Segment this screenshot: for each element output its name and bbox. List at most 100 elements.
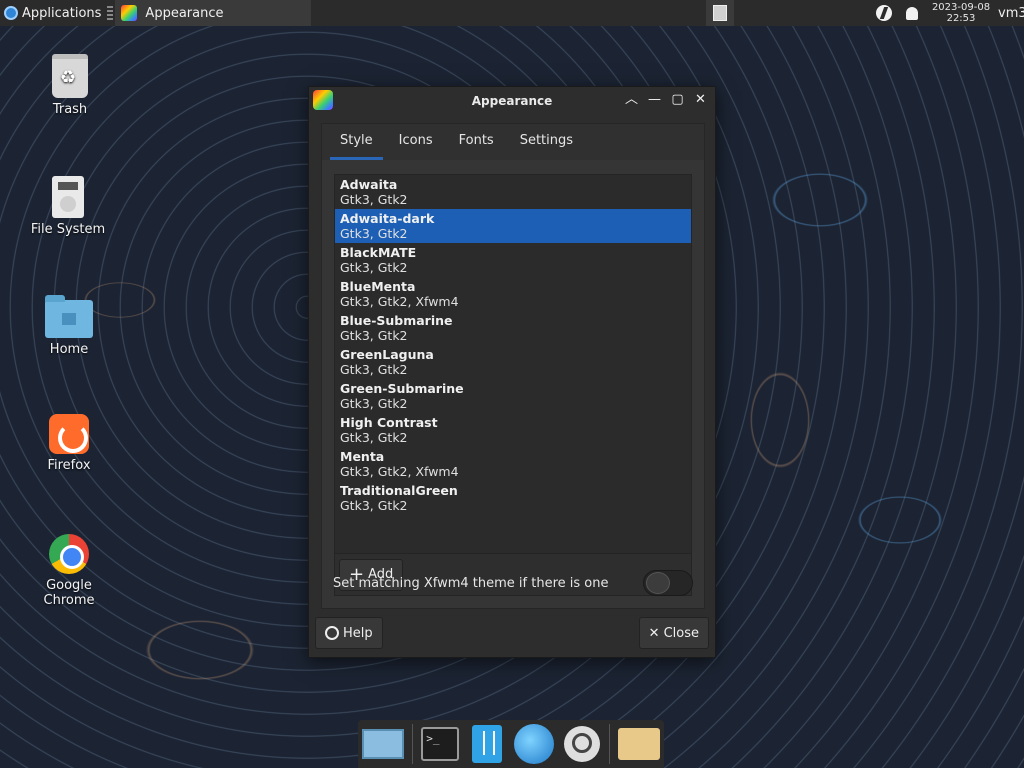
list-item[interactable]: BlueMenta Gtk3, Gtk2, Xfwm4 — [335, 277, 691, 311]
theme-support: Gtk3, Gtk2 — [340, 362, 408, 377]
taskbar-appearance-button[interactable]: Appearance — [115, 0, 312, 26]
tab-icons[interactable]: Icons — [389, 124, 443, 160]
theme-name: Blue-Submarine — [340, 313, 453, 328]
dock-separator — [609, 724, 610, 764]
bottom-dock: >_ — [358, 720, 664, 768]
top-panel: Applications Appearance 2023-09-08 22:53… — [0, 0, 1024, 26]
terminal-icon: >_ — [421, 727, 460, 761]
theme-name: TraditionalGreen — [340, 483, 458, 498]
power-icon[interactable] — [876, 5, 892, 21]
help-lifebuoy-icon — [325, 626, 339, 640]
xfwm-setting-label: Set matching Xfwm4 theme if there is one — [333, 575, 609, 591]
clock[interactable]: 2023-09-08 22:53 — [926, 2, 996, 24]
applications-label: Applications — [22, 5, 102, 21]
dock-terminal[interactable]: >_ — [421, 723, 460, 765]
theme-support: Gtk3, Gtk2, Xfwm4 — [340, 464, 459, 479]
desktop-icon-label: Home — [49, 342, 89, 357]
tab-settings[interactable]: Settings — [510, 124, 583, 160]
theme-name: BlueMenta — [340, 279, 416, 294]
dock-show-desktop[interactable] — [362, 723, 404, 765]
trash-icon — [52, 54, 88, 98]
desktop-icon-label: Trash — [52, 102, 88, 117]
taskbar-window-title: Appearance — [145, 5, 224, 21]
chrome-icon — [49, 534, 89, 574]
close-button-label: Close — [663, 625, 699, 641]
firefox-icon — [49, 414, 89, 454]
switch-knob — [646, 572, 670, 594]
theme-support: Gtk3, Gtk2 — [340, 192, 408, 207]
list-item[interactable]: Blue-Submarine Gtk3, Gtk2 — [335, 311, 691, 345]
theme-name: Adwaita-dark — [340, 211, 435, 226]
tab-fonts[interactable]: Fonts — [449, 124, 504, 160]
dock-web-browser[interactable] — [514, 723, 555, 765]
maximize-button[interactable]: ▢ — [669, 91, 686, 109]
minimize-button[interactable]: — — [646, 91, 663, 109]
theme-support: Gtk3, Gtk2, Xfwm4 — [340, 294, 459, 309]
dock-app-finder[interactable] — [562, 723, 601, 765]
clock-time: 22:53 — [946, 13, 976, 24]
desktop-icon-label: Google Chrome — [43, 578, 95, 608]
panel-handle[interactable] — [107, 6, 114, 20]
close-icon: ✕ — [648, 625, 660, 641]
theme-name: GreenLaguna — [340, 347, 434, 362]
list-item-selected[interactable]: Adwaita-dark Gtk3, Gtk2 — [335, 209, 691, 243]
list-item[interactable]: Adwaita Gtk3, Gtk2 — [335, 175, 691, 209]
list-item[interactable]: Menta Gtk3, Gtk2, Xfwm4 — [335, 447, 691, 481]
list-item[interactable]: GreenLaguna Gtk3, Gtk2 — [335, 345, 691, 379]
theme-support: Gtk3, Gtk2 — [340, 396, 408, 411]
desktop-icon-file-system[interactable]: File System — [18, 176, 118, 237]
workspace-icon — [713, 5, 727, 21]
theme-support: Gtk3, Gtk2 — [340, 498, 408, 513]
desktop-icon-google-chrome[interactable]: Google Chrome — [19, 534, 119, 608]
settings-notebook: Style Icons Fonts Settings Adwaita Gtk3,… — [321, 123, 705, 609]
appearance-icon — [121, 5, 138, 21]
close-window-button[interactable]: ✕ — [692, 91, 709, 109]
desktop-icon-firefox[interactable]: Firefox — [19, 414, 119, 473]
xfce-logo-icon — [4, 6, 18, 20]
theme-name: Adwaita — [340, 177, 398, 192]
show-desktop-icon — [362, 729, 404, 759]
applications-menu-button[interactable]: Applications — [0, 0, 105, 26]
window-controls: ︿ — ▢ ✕ — [623, 91, 709, 109]
xfwm-toggle-switch[interactable] — [643, 570, 693, 596]
help-button[interactable]: Help — [315, 617, 383, 649]
home-folder-icon — [45, 295, 93, 338]
theme-name: BlackMATE — [340, 245, 417, 260]
tab-style[interactable]: Style — [330, 124, 383, 160]
desktop-icon-home[interactable]: Home — [19, 295, 119, 357]
window-titlebar[interactable]: Appearance ︿ — ▢ ✕ — [309, 87, 715, 115]
theme-name: High Contrast — [340, 415, 438, 430]
user-menu[interactable]: vm3 — [996, 6, 1024, 21]
clock-date: 2023-09-08 — [931, 2, 991, 13]
xfwm-setting-row: Set matching Xfwm4 theme if there is one — [333, 567, 693, 599]
appearance-window: Appearance ︿ — ▢ ✕ Style Icons Fonts Set… — [308, 86, 716, 658]
help-button-label: Help — [343, 625, 373, 641]
shade-button[interactable]: ︿ — [623, 91, 640, 109]
notification-bell-icon[interactable] — [906, 6, 918, 20]
theme-name: Menta — [340, 449, 385, 464]
theme-support: Gtk3, Gtk2 — [340, 226, 408, 241]
desktop-icon-trash[interactable]: Trash — [20, 54, 120, 117]
dock-separator — [412, 724, 413, 764]
theme-support: Gtk3, Gtk2 — [340, 260, 408, 275]
list-item[interactable]: BlackMATE Gtk3, Gtk2 — [335, 243, 691, 277]
theme-list-frame: Adwaita Gtk3, Gtk2 Adwaita-dark Gtk3, Gt… — [334, 174, 692, 596]
tab-bar: Style Icons Fonts Settings — [322, 124, 704, 160]
appearance-icon — [313, 90, 333, 110]
file-manager-icon — [472, 725, 502, 763]
theme-list[interactable]: Adwaita Gtk3, Gtk2 Adwaita-dark Gtk3, Gt… — [335, 175, 691, 519]
dock-folder[interactable] — [618, 723, 660, 765]
workspace-switcher[interactable] — [706, 0, 734, 26]
folder-icon — [618, 728, 660, 760]
list-item[interactable]: High Contrast Gtk3, Gtk2 — [335, 413, 691, 447]
theme-support: Gtk3, Gtk2 — [340, 328, 408, 343]
theme-support: Gtk3, Gtk2 — [340, 430, 408, 445]
desktop-icon-label: Firefox — [47, 458, 91, 473]
list-item[interactable]: Green-Submarine Gtk3, Gtk2 — [335, 379, 691, 413]
theme-name: Green-Submarine — [340, 381, 464, 396]
desktop-icon-label: File System — [30, 222, 106, 237]
dock-file-manager[interactable] — [468, 723, 507, 765]
web-browser-icon — [514, 724, 555, 764]
list-item[interactable]: TraditionalGreen Gtk3, Gtk2 — [335, 481, 691, 515]
close-button[interactable]: ✕ Close — [638, 617, 709, 649]
